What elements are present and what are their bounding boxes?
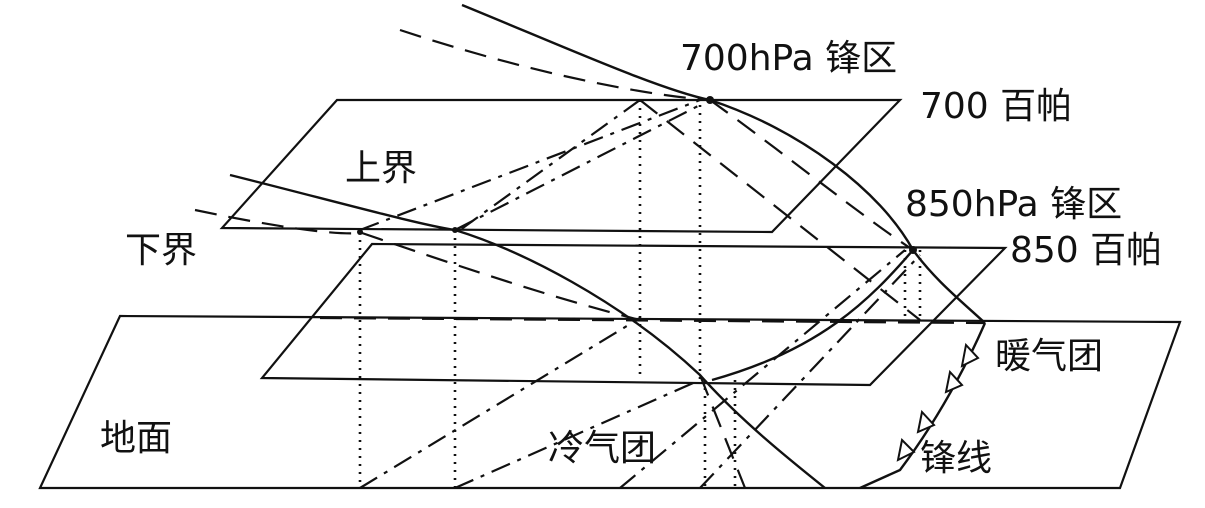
label-700hpa-front: 700hPa 锋区 xyxy=(680,38,897,79)
plane-850hpa xyxy=(259,242,1008,387)
front-edge-850 xyxy=(711,249,914,382)
dashdot-line-6 xyxy=(699,254,921,489)
front-surface-lower-boundary xyxy=(229,173,826,489)
label-upper-boundary: 上界 xyxy=(345,148,417,189)
dashdot-line-7 xyxy=(459,99,641,231)
label-850hpa-front: 850hPa 锋区 xyxy=(905,184,1122,225)
label-ground: 地面 xyxy=(100,418,172,459)
diagram-canvas: 700hPa 锋区 700 百帕 上界 850hPa 锋区 下界 850 百帕 … xyxy=(38,3,1182,490)
front-triangle-3 xyxy=(916,409,936,434)
front-triangle-4 xyxy=(896,437,916,462)
label-warm-air-mass: 暖气团 xyxy=(995,336,1103,377)
point-850-front xyxy=(909,246,917,254)
dashdot-line-5 xyxy=(619,249,906,489)
frontal-zone-diagram: 700hPa 锋区 700 百帕 上界 850hPa 锋区 下界 850 百帕 … xyxy=(0,0,1205,508)
dashed-line-upper-a xyxy=(399,28,711,102)
dashdot-line-2 xyxy=(454,104,701,231)
point-700-front xyxy=(706,96,714,104)
label-front-line: 锋线 xyxy=(920,438,992,479)
point-lower-b xyxy=(452,227,458,233)
label-lower-boundary: 下界 xyxy=(125,230,197,271)
front-triangle-1 xyxy=(960,342,980,368)
dashed-line-850-left xyxy=(698,374,747,489)
label-850-level: 850 百帕 xyxy=(1010,230,1162,271)
label-cold-air-mass: 冷气团 xyxy=(548,428,656,469)
label-700-level: 700 百帕 xyxy=(920,86,1072,127)
dashed-line-upper-b xyxy=(709,99,914,251)
point-lower-a xyxy=(357,229,363,235)
